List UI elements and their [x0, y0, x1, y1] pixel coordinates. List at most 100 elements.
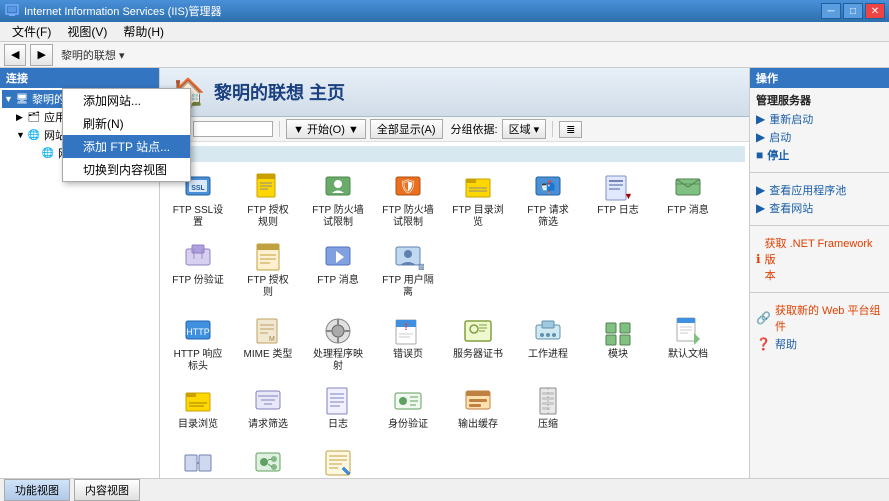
action-section-manage: 管理服务器 ▶ 重新启动 ▶ 启动 ■ 停止	[750, 88, 889, 168]
ftp-msg-label: FTP 消息	[667, 205, 708, 217]
icon-http-headers[interactable]: HTTP HTTP 响应标头	[164, 310, 232, 378]
icon-ftp-msg[interactable]: FTP 消息	[654, 166, 722, 234]
maximize-button[interactable]: □	[843, 3, 863, 19]
ftp-firewall-label: FTP 防火墙试限制	[382, 205, 433, 229]
icon-ftp-log[interactable]: FTP 授权规则	[234, 166, 302, 234]
action-view-apppool[interactable]: ▶ 查看应用程序池	[756, 181, 883, 199]
restart-icon: ▶	[756, 112, 765, 126]
minimize-button[interactable]: ─	[821, 3, 841, 19]
context-menu-add-site[interactable]: 添加网站...	[63, 89, 159, 112]
icon-ftp-user[interactable]: ▩ FTP 用户隔离	[374, 236, 442, 304]
action-view-sites[interactable]: ▶ 查看网站	[756, 199, 883, 217]
icon-ftp-backup[interactable]: FTP 份验证	[164, 236, 232, 304]
ftp-dir-label: FTP 目录浏览	[452, 205, 503, 229]
action-start[interactable]: ▶ 启动	[756, 128, 883, 146]
action-stop[interactable]: ■ 停止	[756, 146, 883, 164]
group-value-btn[interactable]: 区域 ▾	[502, 119, 547, 139]
feature-delegate-icon	[252, 447, 284, 478]
menu-view[interactable]: 视图(V)	[59, 21, 115, 42]
icon-error-pages[interactable]: ! 错误页	[374, 310, 442, 378]
ftp-log-icon	[252, 171, 284, 203]
action-section-dotnet: ℹ 获取 .NET Framework 版本	[750, 230, 889, 288]
log-label: 日志	[328, 419, 348, 431]
action-get-dotnet[interactable]: ℹ 获取 .NET Framework 版本	[756, 234, 883, 284]
icon-handler[interactable]: 处理程序映射	[304, 310, 372, 378]
icon-config-editor[interactable]: 配置编辑器	[304, 442, 372, 478]
action-section-title: 管理服务器	[756, 92, 883, 108]
action-restart[interactable]: ▶ 重新启动	[756, 110, 883, 128]
ftp-firewall-icon: 🛡	[392, 171, 424, 203]
back-button[interactable]: ◀	[4, 44, 26, 66]
request-filter-label: 请求筛选	[248, 419, 288, 431]
tab-content-view[interactable]: 内容视图	[74, 479, 140, 501]
right-panel-header: 操作	[750, 68, 889, 88]
icon-mime[interactable]: M MIME 类型	[234, 310, 302, 378]
svg-text:▼: ▼	[624, 191, 633, 201]
icon-module[interactable]: 模块	[584, 310, 652, 378]
menu-help[interactable]: 帮助(H)	[115, 21, 172, 42]
icon-output-cache[interactable]: 输出缓存	[444, 380, 512, 436]
icon-ftp-dir[interactable]: FTP 目录浏览	[444, 166, 512, 234]
ftp-request-label: FTP 请求筛选	[527, 205, 568, 229]
left-panel-header: 连接	[0, 68, 159, 88]
view-btn[interactable]: ≣	[559, 121, 582, 138]
icon-ftp-ftplog[interactable]: ▼ FTP 日志	[584, 166, 652, 234]
close-button[interactable]: ✕	[865, 3, 885, 19]
action-section-view: ▶ 查看应用程序池 ▶ 查看网站	[750, 177, 889, 221]
icon-server-cert[interactable]: 服务器证书	[444, 310, 512, 378]
page-header: 🏠 黎明的联想 主页	[160, 68, 749, 117]
right-panel: 操作 管理服务器 ▶ 重新启动 ▶ 启动 ■ 停止 ▶ 查看应用程序池 ▶	[749, 68, 889, 478]
icon-ftp-request[interactable]: 📬 FTP 请求筛选	[514, 166, 582, 234]
svg-text:HTTP: HTTP	[186, 327, 210, 337]
view-apppool-icon: ▶	[756, 183, 765, 197]
menu-file[interactable]: 文件(F)	[4, 21, 59, 42]
icon-shared-config[interactable]: SharedConfigura...	[164, 442, 232, 478]
menu-bar: 文件(F) 视图(V) 帮助(H)	[0, 22, 889, 42]
icon-ftp-output[interactable]: FTP 消息	[304, 236, 372, 304]
ftp-output-icon	[322, 241, 354, 273]
tab-feature-view[interactable]: 功能视图	[4, 479, 70, 501]
ftp-authrule-icon	[252, 241, 284, 273]
context-menu-add-ftp[interactable]: 添加 FTP 站点...	[63, 135, 159, 158]
ftp-log-label: FTP 授权规则	[247, 205, 288, 229]
error-pages-label: 错误页	[393, 349, 423, 361]
action-section-extra: 🔗 获取新的 Web 平台组件 ❓ 帮助	[750, 297, 889, 357]
icon-identity[interactable]: 身份验证	[374, 380, 442, 436]
action-get-webplatform[interactable]: 🔗 获取新的 Web 平台组件	[756, 301, 883, 335]
error-pages-icon: !	[392, 315, 424, 347]
ftp-ftplog-icon: ▼	[602, 171, 634, 203]
dotnet-icon: ℹ	[756, 252, 761, 266]
start-label: 启动	[769, 129, 791, 145]
ftp-request-icon: 📬	[532, 171, 564, 203]
compress-icon	[532, 385, 564, 417]
title-bar: Internet Information Services (IIS)管理器 ─…	[0, 0, 889, 22]
icon-default-doc[interactable]: 默认文档	[654, 310, 722, 378]
view-apppool-label: 查看应用程序池	[769, 182, 846, 198]
window-title: Internet Information Services (IIS)管理器	[24, 3, 821, 19]
icon-ftp-authrule[interactable]: FTP 授权则	[234, 236, 302, 304]
forward-button[interactable]: ▶	[30, 44, 52, 66]
group-all-btn[interactable]: 全部显示(A)	[370, 119, 443, 139]
action-help[interactable]: ❓ 帮助	[756, 335, 883, 353]
filter-input[interactable]	[193, 121, 273, 137]
stop-icon: ■	[756, 148, 763, 162]
icon-request-filter[interactable]: 请求筛选	[234, 380, 302, 436]
main-container: 连接 ▼ 🖥 黎明的联想 (黎明… ▶ 🗂 应用程序池 ▼ 🌐 网站 🌐	[0, 68, 889, 478]
context-menu-refresh[interactable]: 刷新(N)	[63, 112, 159, 135]
dir-browse-icon	[182, 385, 214, 417]
action-separator-2	[750, 225, 889, 226]
ftp-output-label: FTP 消息	[317, 275, 358, 287]
icon-ftp-auth[interactable]: FTP 防火墙试限制	[304, 166, 372, 234]
svg-text:!: !	[404, 322, 407, 333]
handler-icon	[322, 315, 354, 347]
icon-dir-browse[interactable]: 目录浏览	[164, 380, 232, 436]
icon-ftp-firewall[interactable]: 🛡 FTP 防火墙试限制	[374, 166, 442, 234]
module-icon	[602, 315, 634, 347]
worker-label: 工作进程	[528, 349, 568, 361]
icon-feature-delegate[interactable]: 功能委派	[234, 442, 302, 478]
context-menu-switch-view[interactable]: 切换到内容视图	[63, 158, 159, 181]
icon-log[interactable]: 日志	[304, 380, 372, 436]
icon-worker[interactable]: 工作进程	[514, 310, 582, 378]
icon-compress[interactable]: 压缩	[514, 380, 582, 436]
show-all-btn[interactable]: ▼ 开始(O) ▼	[286, 119, 366, 139]
